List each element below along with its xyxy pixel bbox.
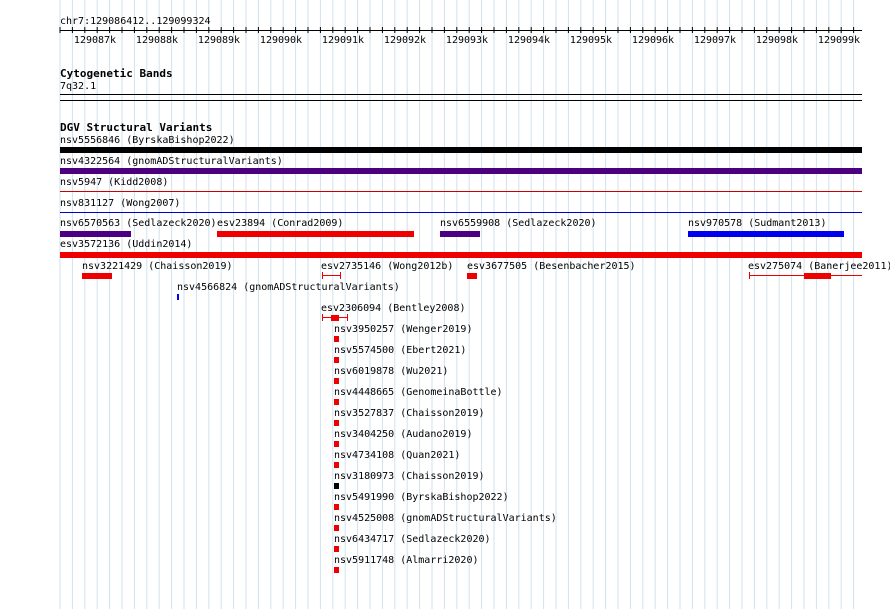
feature-label[interactable]: nsv5574500 (Ebert2021) bbox=[334, 345, 466, 356]
feature-label[interactable]: nsv5556846 (ByrskaBishop2022) bbox=[60, 135, 235, 146]
feature-label[interactable]: nsv5947 (Kidd2008) bbox=[60, 177, 168, 188]
feature-bar[interactable] bbox=[467, 273, 477, 279]
feature-bar[interactable] bbox=[60, 212, 862, 213]
feature-bar[interactable] bbox=[440, 231, 480, 237]
cytoband-line-1 bbox=[60, 94, 862, 95]
feature-end-cap bbox=[340, 272, 341, 279]
feature-label[interactable]: nsv6559908 (Sedlazeck2020) bbox=[440, 218, 597, 229]
feature-bar[interactable] bbox=[334, 441, 339, 447]
feature-label[interactable]: nsv6434717 (Sedlazeck2020) bbox=[334, 534, 491, 545]
feature-label[interactable]: nsv4566824 (gnomADStructuralVariants) bbox=[177, 282, 400, 293]
feature-label[interactable]: esv2306094 (Bentley2008) bbox=[321, 303, 466, 314]
ruler-tick-label: 129089k bbox=[197, 35, 241, 46]
ruler-tick-label: 129094k bbox=[507, 35, 551, 46]
feature-label[interactable]: esv3677505 (Besenbacher2015) bbox=[467, 261, 636, 272]
feature-label[interactable]: nsv3404250 (Audano2019) bbox=[334, 429, 472, 440]
ruler-tick-label: 129087k bbox=[73, 35, 117, 46]
ruler-tick-label: 129098k bbox=[755, 35, 799, 46]
feature-block bbox=[331, 315, 339, 321]
feature-label[interactable]: nsv3221429 (Chaisson2019) bbox=[82, 261, 233, 272]
feature-label[interactable]: nsv3950257 (Wenger2019) bbox=[334, 324, 472, 335]
feature-bar[interactable] bbox=[688, 231, 844, 237]
ruler-tick-label: 129099k bbox=[817, 35, 861, 46]
ruler-tick-label: 129091k bbox=[321, 35, 365, 46]
feature-bar[interactable] bbox=[60, 252, 862, 258]
feature-bar[interactable] bbox=[334, 462, 339, 468]
feature-bar[interactable] bbox=[334, 420, 339, 426]
feature-bar[interactable] bbox=[60, 168, 862, 174]
cytoband-label[interactable]: 7q32.1 bbox=[60, 81, 96, 92]
feature-bar[interactable] bbox=[334, 525, 339, 531]
feature-bar[interactable] bbox=[60, 147, 862, 153]
feature-bar[interactable] bbox=[322, 275, 341, 276]
feature-bar[interactable] bbox=[60, 191, 862, 192]
feature-bar[interactable] bbox=[334, 504, 339, 510]
feature-bar[interactable] bbox=[334, 336, 339, 342]
feature-end-cap bbox=[347, 314, 348, 321]
feature-label[interactable]: nsv831127 (Wong2007) bbox=[60, 198, 180, 209]
ruler-tick-label: 129095k bbox=[569, 35, 613, 46]
feature-label[interactable]: nsv4734108 (Quan2021) bbox=[334, 450, 460, 461]
ruler-tick-label: 129090k bbox=[259, 35, 303, 46]
feature-label[interactable]: nsv6570563 (Sedlazeck2020) bbox=[60, 218, 217, 229]
feature-bar[interactable] bbox=[82, 273, 112, 279]
feature-label[interactable]: nsv970578 (Sudmant2013) bbox=[688, 218, 826, 229]
feature-bar[interactable] bbox=[334, 483, 339, 489]
cytoband-track-title: Cytogenetic Bands bbox=[60, 67, 173, 80]
ruler-tick-label: 129096k bbox=[631, 35, 675, 46]
ruler-tick-label: 129092k bbox=[383, 35, 427, 46]
feature-label[interactable]: nsv6019878 (Wu2021) bbox=[334, 366, 448, 377]
feature-bar[interactable] bbox=[334, 399, 339, 405]
dgv-track-title: DGV Structural Variants bbox=[60, 121, 213, 134]
feature-bar[interactable] bbox=[217, 231, 414, 237]
feature-bar[interactable] bbox=[334, 567, 339, 573]
feature-label[interactable]: nsv3527837 (Chaisson2019) bbox=[334, 408, 485, 419]
feature-label[interactable]: nsv4448665 (GenomeinaBottle) bbox=[334, 387, 503, 398]
cytoband-line-2 bbox=[60, 100, 862, 101]
feature-label[interactable]: nsv4322564 (gnomADStructuralVariants) bbox=[60, 156, 283, 167]
ruler-tick-label: 129093k bbox=[445, 35, 489, 46]
feature-end-cap bbox=[749, 272, 750, 279]
feature-bar[interactable] bbox=[334, 546, 339, 552]
feature-bar[interactable] bbox=[177, 294, 179, 300]
feature-label[interactable]: nsv3180973 (Chaisson2019) bbox=[334, 471, 485, 482]
feature-label[interactable]: nsv5491990 (ByrskaBishop2022) bbox=[334, 492, 509, 503]
feature-end-cap bbox=[322, 314, 323, 321]
feature-block bbox=[804, 273, 831, 279]
ruler-tick-label: 129097k bbox=[693, 35, 737, 46]
feature-bar[interactable] bbox=[334, 378, 339, 384]
ruler-tick-label: 129088k bbox=[135, 35, 179, 46]
feature-label[interactable]: esv23894 (Conrad2009) bbox=[217, 218, 343, 229]
ruler-axis bbox=[60, 30, 862, 31]
feature-bar[interactable] bbox=[334, 357, 339, 363]
coordinate-label: chr7:129086412..129099324 bbox=[60, 16, 211, 27]
feature-bar[interactable] bbox=[60, 231, 131, 237]
feature-label[interactable]: esv2735146 (Wong2012b) bbox=[321, 261, 453, 272]
feature-label[interactable]: esv3572136 (Uddin2014) bbox=[60, 239, 192, 250]
feature-end-cap bbox=[322, 272, 323, 279]
feature-label[interactable]: nsv4525008 (gnomADStructuralVariants) bbox=[334, 513, 557, 524]
feature-label[interactable]: nsv5911748 (Almarri2020) bbox=[334, 555, 479, 566]
feature-label[interactable]: esv275074 (Banerjee2011) bbox=[748, 261, 890, 272]
